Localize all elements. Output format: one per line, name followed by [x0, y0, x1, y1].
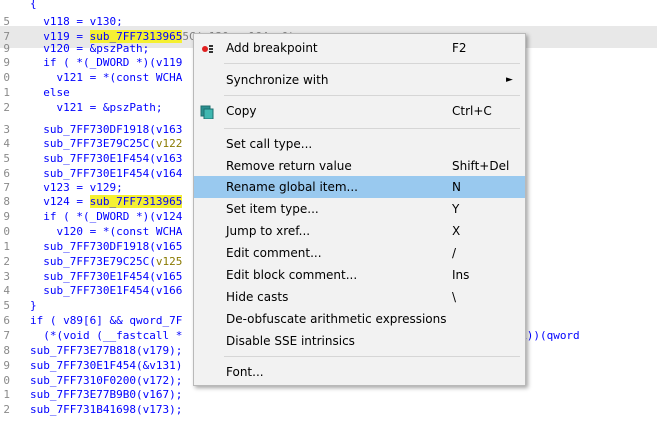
- menu-item-shortcut: Shift+Del: [452, 159, 510, 173]
- line-number: 2: [3, 101, 10, 114]
- menu-item-jump-to-xref[interactable]: Jump to xref... X: [194, 220, 525, 242]
- menu-item-font[interactable]: Font...: [194, 361, 525, 383]
- menu-separator: [224, 128, 520, 129]
- code-line[interactable]: 2 sub_7FF731B41698(v173);: [0, 399, 657, 421]
- menu-separator: [224, 356, 520, 357]
- menu-item-copy[interactable]: Copy Ctrl+C: [194, 100, 525, 122]
- copy-icon: [200, 104, 214, 120]
- menu-item-label: De-obfuscate arithmetic expressions: [226, 312, 447, 326]
- menu-item-shortcut: Y: [452, 202, 460, 216]
- menu-item-label: Copy: [226, 104, 257, 118]
- menu-separator: [224, 95, 520, 96]
- breakpoint-icon: [200, 41, 214, 55]
- menu-item-label: Hide casts: [226, 290, 289, 304]
- context-menu: Add breakpoint F2 Synchronize with ► Cop…: [193, 33, 526, 386]
- code-token: sub_7FF731B41698(v173);: [30, 403, 183, 416]
- menu-item-label: Font...: [226, 365, 264, 379]
- code-token: v121 = &pszPath;: [30, 101, 163, 114]
- menu-item-label: Set call type...: [226, 137, 313, 151]
- submenu-arrow-icon: ►: [506, 75, 513, 85]
- code-token: {: [30, 0, 37, 10]
- menu-item-set-item-type[interactable]: Set item type... Y: [194, 198, 525, 220]
- menu-item-label: Add breakpoint: [226, 41, 318, 55]
- menu-item-label: Edit comment...: [226, 246, 322, 260]
- menu-item-label: Rename global item...: [226, 180, 358, 194]
- menu-item-set-call-type[interactable]: Set call type...: [194, 133, 525, 155]
- code-text: v121 = &pszPath;: [30, 97, 162, 119]
- menu-item-synchronize-with[interactable]: Synchronize with ►: [194, 69, 525, 91]
- menu-item-shortcut: X: [452, 224, 461, 238]
- menu-item-disable-sse-intrinsics[interactable]: Disable SSE intrinsics: [194, 330, 525, 352]
- menu-item-shortcut: F2: [452, 41, 467, 55]
- line-number: 2: [3, 403, 10, 416]
- menu-separator: [224, 63, 520, 64]
- menu-item-shortcut: /: [452, 246, 457, 260]
- code-text: sub_7FF731B41698(v173);: [30, 399, 182, 421]
- menu-item-label: Synchronize with: [226, 73, 329, 87]
- menu-item-shortcut: Ins: [452, 268, 470, 282]
- menu-item-deobfuscate-arithmetic[interactable]: De-obfuscate arithmetic expressions: [194, 308, 525, 330]
- menu-item-label: Jump to xref...: [226, 224, 311, 238]
- menu-item-edit-comment[interactable]: Edit comment... /: [194, 242, 525, 264]
- menu-item-label: Remove return value: [226, 159, 352, 173]
- menu-item-shortcut: N: [452, 180, 461, 194]
- menu-item-shortcut: Ctrl+C: [452, 104, 492, 118]
- menu-item-edit-block-comment[interactable]: Edit block comment... Ins: [194, 264, 525, 286]
- menu-item-shortcut: \: [452, 290, 457, 304]
- menu-item-rename-global-item[interactable]: Rename global item... N: [194, 176, 525, 198]
- menu-item-remove-return-value[interactable]: Remove return value Shift+Del: [194, 155, 525, 177]
- menu-item-label: Set item type...: [226, 202, 319, 216]
- menu-item-label: Edit block comment...: [226, 268, 358, 282]
- menu-item-hide-casts[interactable]: Hide casts \: [194, 286, 525, 308]
- menu-item-add-breakpoint[interactable]: Add breakpoint F2: [194, 37, 525, 59]
- menu-item-label: Disable SSE intrinsics: [226, 334, 355, 348]
